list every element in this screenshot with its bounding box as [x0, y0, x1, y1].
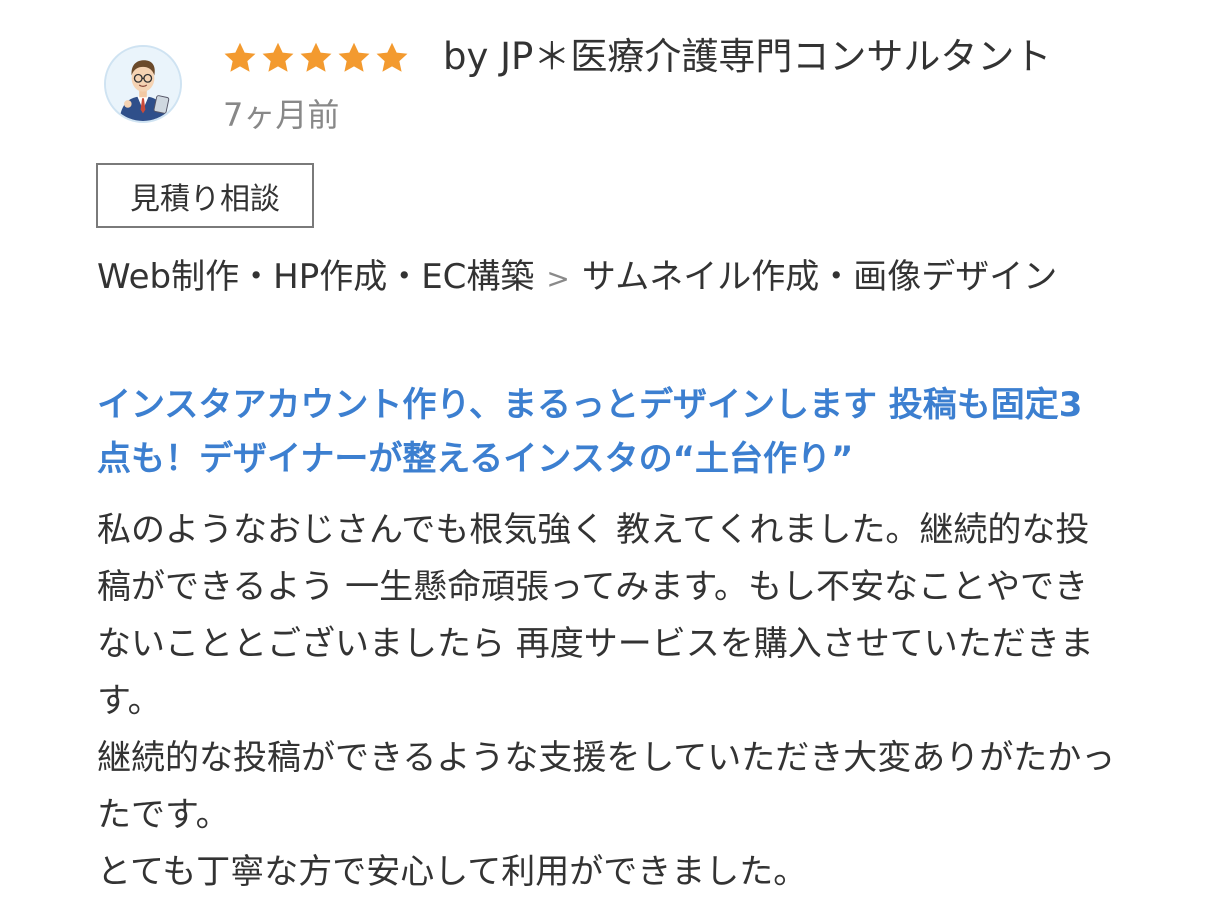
review-paragraph: 私のようなおじさんでも根気強く 教えてくれました。継続的な投稿ができるよう 一生…	[97, 510, 1094, 721]
avatar-illustration	[106, 47, 180, 121]
review-card: by JP＊医療介護専門コンサルタント 7ヶ月前 見積り相談 Web制作・HP作…	[0, 0, 1206, 924]
reviewer-name[interactable]: by JP＊医療介護専門コンサルタント	[443, 34, 1051, 80]
service-title-link[interactable]: インスタアカウント作り、まるっとデザインします 投稿も固定3点も！デザイナーが整…	[97, 378, 1087, 486]
category-breadcrumb: Web制作・HP作成・EC構築 > サムネイル作成・画像デザイン	[97, 250, 1087, 306]
purchase-type-badge: 見積り相談	[96, 163, 314, 228]
star-icon	[376, 42, 408, 72]
star-icon	[224, 42, 256, 72]
category-parent-link[interactable]: Web制作・HP作成・EC構築	[97, 257, 534, 297]
review-paragraph: 継続的な投稿ができるような支援をしていただき大変ありがたかったです。	[97, 738, 1116, 835]
review-time-ago: 7ヶ月前	[223, 96, 340, 134]
avatar[interactable]	[104, 45, 182, 123]
category-child-link[interactable]: サムネイル作成・画像デザイン	[582, 257, 1057, 297]
review-paragraph: とても丁寧な方で安心して利用ができました。	[97, 852, 808, 892]
star-icon	[262, 42, 294, 72]
star-icon	[338, 42, 370, 72]
star-icon	[300, 42, 332, 72]
rating-stars	[222, 40, 410, 76]
breadcrumb-separator: >	[546, 262, 570, 295]
review-body: 私のようなおじさんでも根気強く 教えてくれました。継続的な投稿ができるよう 一生…	[97, 502, 1117, 901]
